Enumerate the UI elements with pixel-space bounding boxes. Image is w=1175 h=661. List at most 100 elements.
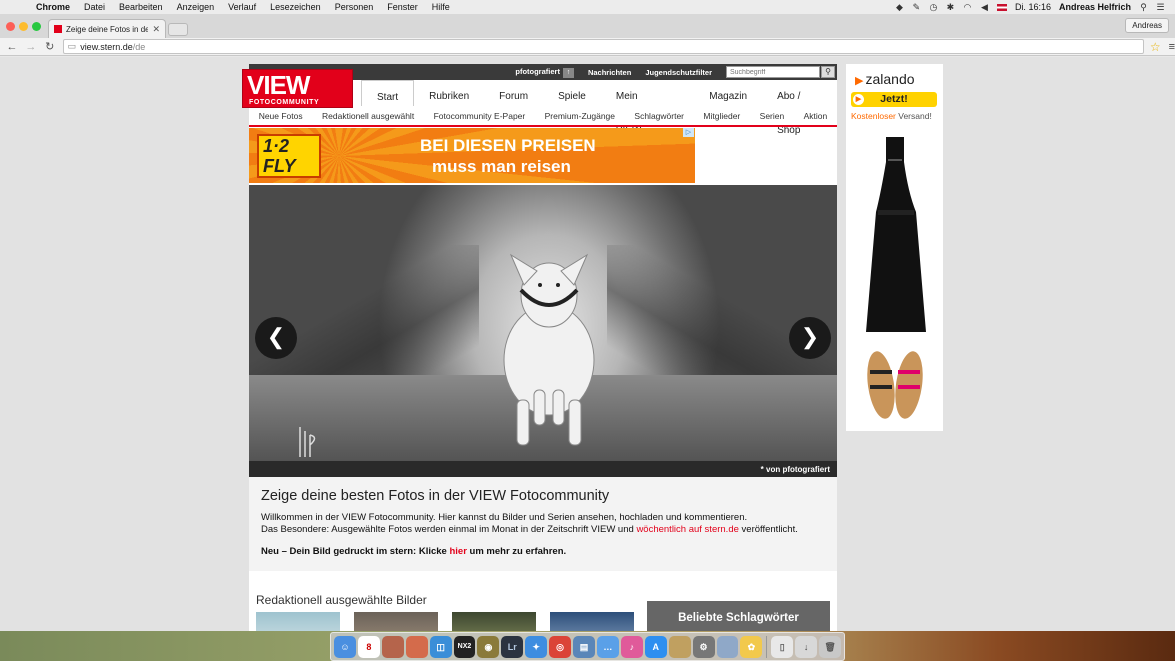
nav-abo-shop[interactable]: Abo / Shop bbox=[762, 80, 837, 136]
time-machine-icon[interactable]: ◷ bbox=[929, 2, 938, 12]
stern-favicon-icon bbox=[54, 25, 62, 33]
bookmark-star-icon[interactable]: ☆ bbox=[1150, 40, 1161, 54]
downloads-stack-icon[interactable]: ↓ bbox=[795, 635, 818, 658]
menu-anzeigen[interactable]: Anzeigen bbox=[177, 2, 215, 12]
menu-datei[interactable]: Datei bbox=[84, 2, 105, 12]
browser-tab-active[interactable]: Zeige deine Fotos in der V ✕ bbox=[48, 19, 166, 38]
subnav-aktion[interactable]: Aktion bbox=[804, 111, 828, 121]
toplink-pfotografiert[interactable]: pfotografiert ↑ bbox=[515, 67, 574, 78]
nav-spiele[interactable]: Spiele bbox=[543, 80, 601, 106]
toplink-nachrichten[interactable]: Nachrichten bbox=[588, 68, 631, 77]
subnav-redaktionell[interactable]: Redaktionell ausgewählt bbox=[322, 111, 414, 121]
menu-personen[interactable]: Personen bbox=[335, 2, 374, 12]
messages-icon[interactable]: … bbox=[596, 635, 619, 658]
menu-hilfe[interactable]: Hilfe bbox=[432, 2, 450, 12]
sub-navigation: Neue Fotos Redaktionell ausgewählt Fotoc… bbox=[249, 107, 837, 127]
adchoices-icon[interactable]: ▷ bbox=[683, 128, 694, 137]
page-info-icon[interactable]: ▭ bbox=[68, 41, 77, 52]
selected-images-row bbox=[256, 612, 634, 631]
finder-icon[interactable]: ☺ bbox=[334, 635, 356, 658]
dress-product-image[interactable] bbox=[846, 132, 943, 332]
menubar-user[interactable]: Andreas Helfrich bbox=[1059, 2, 1131, 12]
system-preferences-icon[interactable]: ⚙ bbox=[692, 635, 715, 658]
spotlight-icon[interactable]: ⚲ bbox=[1139, 2, 1148, 12]
nav-mein-view[interactable]: Mein VIEW bbox=[601, 80, 676, 136]
menu-verlauf[interactable]: Verlauf bbox=[228, 2, 256, 12]
reload-icon[interactable]: ↻ bbox=[43, 40, 57, 53]
window-zoom-button[interactable] bbox=[32, 22, 41, 31]
subnav-mitglieder[interactable]: Mitglieder bbox=[703, 111, 740, 121]
menu-lesezeichen[interactable]: Lesezeichen bbox=[270, 2, 321, 12]
menubar-clock[interactable]: Di. 16:16 bbox=[1015, 2, 1051, 12]
hero-dog-photo[interactable] bbox=[249, 185, 837, 477]
trash-icon[interactable]: 🗑 bbox=[819, 635, 842, 658]
nav-magazin[interactable]: Magazin bbox=[694, 80, 762, 106]
dropbox-icon[interactable]: ◆ bbox=[895, 2, 904, 12]
hier-link[interactable]: hier bbox=[449, 546, 466, 557]
subnav-serien[interactable]: Serien bbox=[760, 111, 785, 121]
profile-button[interactable]: Andreas bbox=[1125, 18, 1169, 33]
subnav-schlagwoerter[interactable]: Schlagwörter bbox=[634, 111, 684, 121]
contacts-icon[interactable] bbox=[405, 635, 428, 658]
tab-close-icon[interactable]: ✕ bbox=[152, 24, 160, 35]
slideshow-prev-button[interactable]: ❮ bbox=[255, 317, 297, 359]
intro-title: Zeige deine besten Fotos in der VIEW Fot… bbox=[261, 488, 610, 504]
window-minimize-button[interactable] bbox=[19, 22, 28, 31]
banner-ad-1-2-fly[interactable]: 1·2 FLY BEI DIESEN PREISEN muss man reise… bbox=[249, 128, 695, 183]
nav-forum[interactable]: Forum bbox=[484, 80, 543, 106]
search-icon[interactable]: ⚲ bbox=[821, 66, 835, 78]
view-logo[interactable]: VIEW FOTOCOMMUNITY bbox=[242, 69, 353, 108]
bluetooth-icon[interactable]: ✱ bbox=[946, 2, 955, 12]
stern-weekly-link[interactable]: wöchentlich auf stern.de bbox=[636, 524, 738, 535]
itunes-icon[interactable]: ♪ bbox=[620, 635, 643, 658]
back-arrow-icon[interactable]: ← bbox=[5, 41, 19, 53]
subnav-epaper[interactable]: Fotocommunity E-Paper bbox=[434, 111, 526, 121]
logo-sub-text: FOTOCOMMUNITY bbox=[249, 99, 320, 106]
address-bar[interactable]: ▭ view.stern.de/de bbox=[62, 39, 1144, 54]
menu-app-name[interactable]: Chrome bbox=[36, 2, 70, 12]
app-icon[interactable]: ◫ bbox=[429, 635, 452, 658]
hero-photo-credit[interactable]: * von pfotografiert bbox=[761, 465, 830, 474]
slideshow-next-button[interactable]: ❯ bbox=[789, 317, 831, 359]
hero-credit-bar bbox=[249, 461, 837, 477]
thumbnail-image[interactable] bbox=[550, 612, 634, 631]
filemerge-icon[interactable] bbox=[716, 635, 739, 658]
preview-icon[interactable]: ▤ bbox=[573, 635, 595, 658]
toplink-jugendschutzfilter[interactable]: Jugendschutzfilter bbox=[645, 68, 712, 77]
thumbnail-image[interactable] bbox=[452, 612, 536, 631]
app-store-icon[interactable]: A bbox=[644, 635, 667, 658]
notes-icon[interactable] bbox=[668, 635, 691, 658]
chrome-icon[interactable]: ◎ bbox=[549, 635, 572, 658]
photo-booth-icon[interactable] bbox=[381, 635, 404, 658]
sandals-product-image[interactable] bbox=[846, 347, 943, 427]
menu-bearbeiten[interactable]: Bearbeiten bbox=[119, 2, 163, 12]
lightroom-icon[interactable]: Lr bbox=[501, 635, 524, 658]
window-close-button[interactable] bbox=[6, 22, 15, 31]
documents-stack-icon[interactable]: ▯ bbox=[771, 635, 794, 658]
nav-start[interactable]: Start bbox=[361, 80, 415, 106]
thumbnail-image[interactable] bbox=[256, 612, 340, 631]
notification-center-icon[interactable]: ☰ bbox=[1156, 2, 1165, 12]
user-profile-icon[interactable]: ↑ bbox=[562, 67, 574, 78]
photos-icon[interactable]: ✿ bbox=[740, 635, 763, 658]
volume-icon[interactable]: ◀ bbox=[980, 2, 989, 12]
menu-fenster[interactable]: Fenster bbox=[387, 2, 418, 12]
nx2-icon[interactable]: NX2 bbox=[453, 635, 476, 658]
evernote-icon[interactable]: ✎ bbox=[912, 2, 921, 12]
forward-arrow-icon[interactable]: → bbox=[24, 41, 38, 53]
aperture-icon[interactable]: ◉ bbox=[477, 635, 500, 658]
browser-toolbar: ← → ↻ ▭ view.stern.de/de ☆ ≡ bbox=[0, 38, 1175, 56]
wifi-icon[interactable]: ◠ bbox=[963, 2, 972, 12]
site-search-input[interactable] bbox=[726, 66, 820, 78]
subnav-premium[interactable]: Premium-Zugänge bbox=[545, 111, 615, 121]
thumbnail-image[interactable] bbox=[354, 612, 438, 631]
zalando-jetzt-button[interactable]: ▶ Jetzt! bbox=[851, 92, 937, 107]
zalando-side-ad[interactable]: ▶ zalando ▶ Jetzt! Kostenloser Versand! bbox=[846, 64, 943, 431]
subnav-neue-fotos[interactable]: Neue Fotos bbox=[259, 111, 303, 121]
nav-rubriken[interactable]: Rubriken bbox=[414, 80, 484, 106]
calendar-icon[interactable]: 8 bbox=[357, 635, 380, 658]
safari-icon[interactable]: ✦ bbox=[525, 635, 548, 658]
input-language-flag-icon[interactable] bbox=[996, 3, 1007, 11]
new-tab-button[interactable] bbox=[168, 23, 188, 36]
chrome-menu-icon[interactable]: ≡ bbox=[1169, 41, 1175, 53]
